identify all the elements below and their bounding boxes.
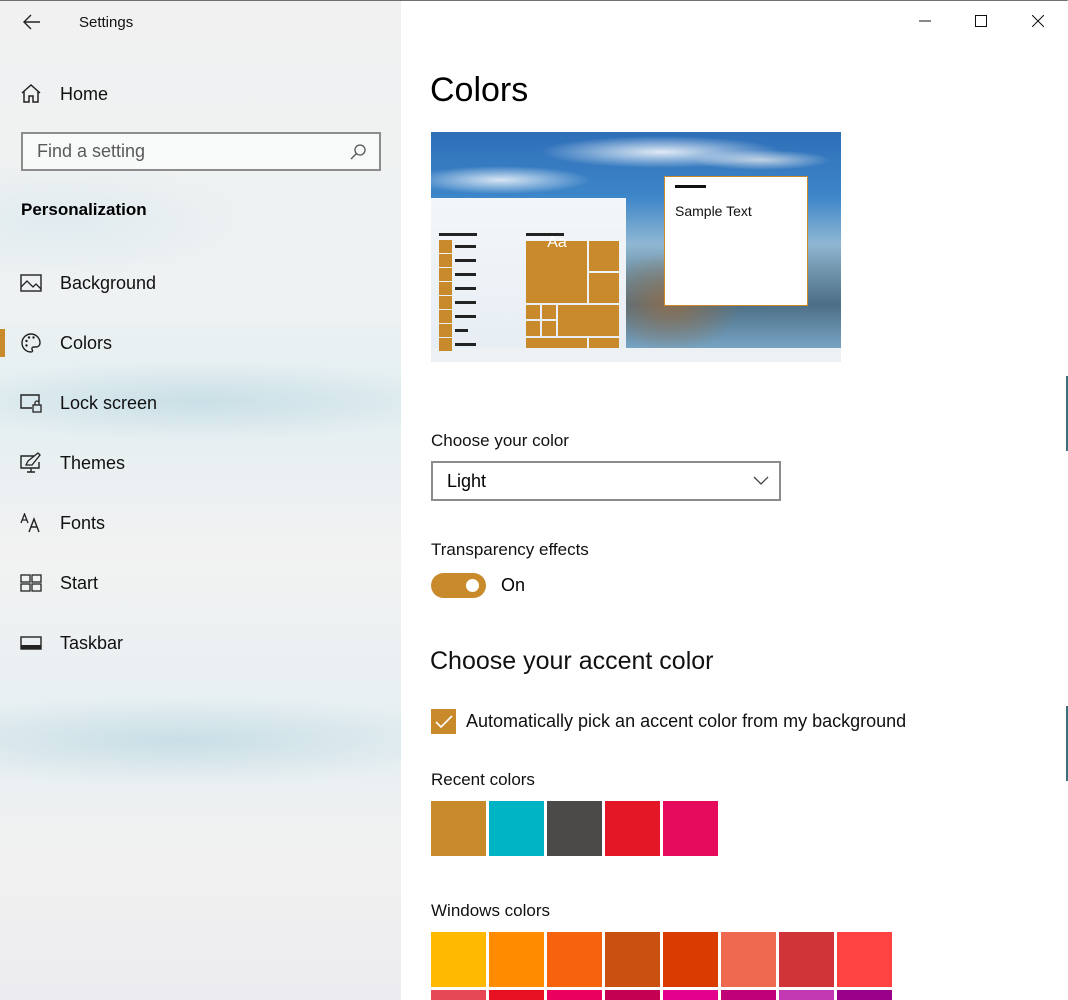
sidebar-item-lock-screen[interactable]: Lock screen [0,373,401,433]
back-button[interactable] [18,9,46,35]
recent-color-swatch[interactable] [431,801,486,856]
windows-color-swatch[interactable] [547,990,602,1000]
windows-color-swatch[interactable] [431,932,486,987]
auto-accent-row: Automatically pick an accent color from … [431,709,906,734]
sidebar-item-label: Lock screen [60,392,158,413]
picture-icon [20,272,42,294]
sidebar-item-fonts[interactable]: Fonts [0,493,401,553]
search-input[interactable] [23,141,343,162]
maximize-icon [975,15,987,27]
windows-color-swatch[interactable] [663,990,718,1000]
sidebar-item-colors[interactable]: Colors [0,313,401,373]
home-icon [21,83,41,103]
chevron-down-icon [753,476,769,485]
main-content: Colors Aa Sample Text Choose your color … [401,1,1068,1000]
palette-icon [20,332,42,354]
windows-colors-grid-row-2 [431,990,892,1000]
toggle-knob [466,579,479,592]
sidebar-item-label: Taskbar [60,632,124,653]
accent-color-heading: Choose your accent color [430,647,714,675]
transparency-toggle[interactable] [431,573,486,598]
sidebar-item-background[interactable]: Background [0,253,401,313]
color-mode-dropdown[interactable]: Light [431,461,781,501]
auto-accent-checkbox[interactable] [431,709,456,734]
sidebar-item-label: Colors [60,332,113,353]
recent-colors-label: Recent colors [431,770,535,789]
start-icon [20,572,42,594]
sidebar-item-label: Background [60,272,157,293]
windows-color-swatch[interactable] [779,932,834,987]
theme-preview: Aa Sample Text [431,132,841,362]
app-title: Settings [79,14,134,31]
windows-color-swatch[interactable] [489,932,544,987]
sidebar-item-themes[interactable]: Themes [0,433,401,493]
sidebar-item-home[interactable]: Home [20,82,108,106]
search-icon[interactable] [343,137,373,167]
choose-color-label: Choose your color [431,431,569,450]
minimize-button[interactable] [897,1,953,41]
sidebar-nav: Background Colors Lock screen Themes Fon… [0,253,401,673]
lock-screen-icon [20,392,42,414]
sidebar-item-label: Fonts [60,512,106,533]
sidebar: Settings Home Personalization Background [0,1,401,1000]
section-title: Personalization [21,200,147,219]
preview-tile-label: Aa [547,234,567,251]
windows-color-swatch[interactable] [837,932,892,987]
dropdown-value: Light [447,470,487,491]
recent-color-swatch[interactable] [547,801,602,856]
transparency-toggle-row: On [431,573,525,598]
auto-accent-label: Automatically pick an accent color from … [466,711,907,731]
back-arrow-icon [23,14,40,30]
themes-icon [20,452,42,474]
search-box[interactable] [21,132,381,171]
recent-color-swatch[interactable] [663,801,718,856]
windows-color-swatch[interactable] [779,990,834,1000]
recent-colors-grid [431,801,718,856]
windows-color-swatch[interactable] [721,932,776,987]
recent-color-swatch[interactable] [489,801,544,856]
windows-color-swatch[interactable] [605,990,660,1000]
sample-text: Sample Text [675,203,752,219]
checkmark-icon [434,714,453,728]
preview-sample-window: Sample Text [664,176,808,306]
maximize-button[interactable] [953,1,1009,41]
recent-color-swatch[interactable] [605,801,660,856]
windows-colors-label: Windows colors [431,901,551,920]
close-icon [1032,15,1044,27]
windows-color-swatch[interactable] [489,990,544,1000]
home-label: Home [60,83,109,104]
settings-window: Settings Home Personalization Background [0,0,1068,1000]
close-button[interactable] [1010,1,1066,41]
windows-color-swatch[interactable] [431,990,486,1000]
preview-taskbar [431,348,841,362]
page-title: Colors [430,71,529,109]
sidebar-item-start[interactable]: Start [0,553,401,613]
windows-color-swatch[interactable] [547,932,602,987]
windows-color-swatch[interactable] [605,932,660,987]
minimize-icon [919,20,931,22]
preview-start-menu: Aa [431,198,626,351]
windows-color-swatch[interactable] [663,932,718,987]
taskbar-icon [20,632,42,654]
sidebar-item-label: Start [60,572,99,593]
transparency-label: Transparency effects [431,540,589,559]
windows-colors-grid-row-1 [431,932,892,987]
sidebar-item-label: Themes [60,452,126,473]
toggle-state-label: On [501,575,526,595]
sidebar-item-taskbar[interactable]: Taskbar [0,613,401,673]
windows-color-swatch[interactable] [721,990,776,1000]
windows-color-swatch[interactable] [837,990,892,1000]
fonts-icon [20,512,42,534]
